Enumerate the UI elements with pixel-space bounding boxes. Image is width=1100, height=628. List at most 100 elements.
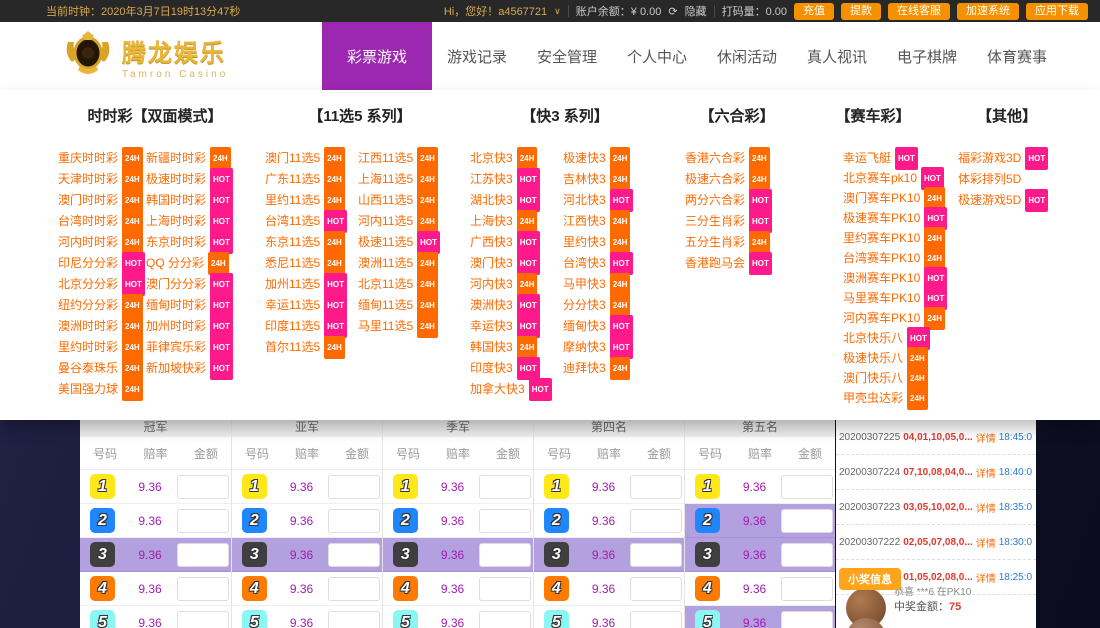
menu-item[interactable]: 韩国快324H [470, 337, 537, 358]
bet-amount-input[interactable] [479, 577, 531, 601]
bet-number-badge[interactable]: 5 [393, 610, 418, 628]
menu-item[interactable]: 缅甸时时彩HOT [146, 295, 233, 316]
menu-item[interactable]: 北京快乐八HOT [843, 328, 930, 349]
menu-item[interactable]: 新疆时时彩24H [146, 148, 231, 169]
menu-item[interactable]: 极速六合彩24H [685, 169, 770, 190]
menu-item[interactable]: 马甲快324H [563, 274, 630, 295]
menu-item[interactable]: 北京快324H [470, 148, 537, 169]
menu-item[interactable]: 极速快324H [563, 148, 630, 169]
menu-item[interactable]: 台湾11选5HOT [265, 211, 347, 232]
menu-item[interactable]: 重庆时时彩24H [58, 148, 143, 169]
menu-item[interactable]: 澳门快乐八24H [843, 368, 928, 389]
deposit-button[interactable]: 充值 [794, 3, 834, 20]
menu-item[interactable]: 新加坡快彩HOT [146, 358, 233, 379]
menu-item[interactable]: 河内快324H [470, 274, 537, 295]
menu-item[interactable]: 东京11选524H [265, 232, 345, 253]
refresh-icon[interactable]: ⟳ [668, 5, 677, 18]
bet-amount-input[interactable] [328, 543, 380, 567]
menu-item[interactable]: 极速时时彩HOT [146, 169, 233, 190]
site-logo[interactable]: 腾龙娱乐 Tamron Casino [62, 28, 228, 85]
menu-item[interactable]: 河内时时彩24H [58, 232, 143, 253]
menu-item[interactable]: 马里11选524H [358, 316, 438, 337]
menu-item[interactable]: 缅甸11选524H [358, 295, 438, 316]
menu-item[interactable]: 东京时时彩HOT [146, 232, 233, 253]
menu-item[interactable]: 香港六合彩24H [685, 148, 770, 169]
menu-item[interactable]: QQ 分分彩24H [146, 253, 229, 274]
bet-number-badge[interactable]: 3 [695, 542, 720, 567]
bet-amount-input[interactable] [177, 577, 229, 601]
menu-item[interactable]: 澳洲快3HOT [470, 295, 540, 316]
nav-tab-4[interactable]: 个人中心 [612, 22, 702, 90]
menu-item[interactable]: 分分快324H [563, 295, 630, 316]
menu-item[interactable]: 加州时时彩HOT [146, 316, 233, 337]
menu-item[interactable]: 印度快3HOT [470, 358, 540, 379]
menu-item[interactable]: 广东11选524H [265, 169, 345, 190]
menu-item[interactable]: 里约时时彩24H [58, 337, 143, 358]
menu-item[interactable]: 幸运快3HOT [470, 316, 540, 337]
menu-item[interactable]: 北京赛车pk10HOT [843, 168, 944, 189]
nav-tab-2[interactable]: 游戏记录 [432, 22, 522, 90]
menu-item[interactable]: 摩纳快3HOT [563, 337, 633, 358]
nav-tab-8[interactable]: 体育赛事 [972, 22, 1062, 90]
menu-item[interactable]: 台湾赛车PK1024H [843, 248, 945, 269]
menu-item[interactable]: 江西11选524H [358, 148, 438, 169]
menu-item[interactable]: 加拿大快3HOT [470, 379, 552, 400]
bet-amount-input[interactable] [328, 577, 380, 601]
menu-item[interactable]: 北京11选524H [358, 274, 438, 295]
menu-item[interactable]: 河内赛车PK1024H [843, 308, 945, 329]
menu-item[interactable]: 韩国时时彩HOT [146, 190, 233, 211]
online-service-button[interactable]: 在线客服 [888, 3, 950, 20]
result-detail-link[interactable]: 详情 [976, 535, 996, 550]
menu-item[interactable]: 三分生肖彩HOT [685, 211, 772, 232]
bet-number-badge[interactable]: 4 [695, 576, 720, 601]
result-detail-link[interactable]: 详情 [976, 465, 996, 480]
bet-number-badge[interactable]: 3 [393, 542, 418, 567]
bet-amount-input[interactable] [177, 509, 229, 533]
menu-item[interactable]: 幸运飞艇HOT [843, 148, 918, 169]
bet-amount-input[interactable] [328, 509, 380, 533]
menu-item[interactable]: 上海11选524H [358, 169, 438, 190]
menu-item[interactable]: 五分生肖彩24H [685, 232, 770, 253]
bet-number-badge[interactable]: 2 [90, 508, 115, 533]
menu-item[interactable]: 澳洲赛车PK10HOT [843, 268, 947, 289]
bet-number-badge[interactable]: 5 [242, 610, 267, 628]
menu-item[interactable]: 澳洲11选524H [358, 253, 438, 274]
bet-number-badge[interactable]: 2 [695, 508, 720, 533]
bet-amount-input[interactable] [781, 475, 833, 499]
bet-number-badge[interactable]: 4 [242, 576, 267, 601]
menu-item[interactable]: 湖北快3HOT [470, 190, 540, 211]
hide-balance-link[interactable]: 隐藏 [685, 3, 707, 19]
bet-number-badge[interactable]: 3 [544, 542, 569, 567]
bet-number-badge[interactable]: 1 [393, 474, 418, 499]
bet-number-badge[interactable]: 5 [90, 610, 115, 628]
menu-item[interactable]: 澳门赛车PK1024H [843, 188, 945, 209]
result-detail-link[interactable]: 详情 [976, 500, 996, 515]
bet-number-badge[interactable]: 1 [695, 474, 720, 499]
bet-amount-input[interactable] [177, 611, 229, 628]
menu-item[interactable]: 澳门快3HOT [470, 253, 540, 274]
menu-item[interactable]: 极速11选5HOT [358, 232, 440, 253]
bet-amount-input[interactable] [328, 475, 380, 499]
menu-item[interactable]: 澳门时时彩24H [58, 190, 143, 211]
menu-item[interactable]: 里约11选524H [265, 190, 345, 211]
bet-amount-input[interactable] [328, 611, 380, 628]
menu-item[interactable]: 甲壳虫达彩24H [843, 388, 928, 409]
menu-item[interactable]: 台湾时时彩24H [58, 211, 143, 232]
menu-item[interactable]: 福彩游戏3DHOT [958, 148, 1048, 169]
bet-number-badge[interactable]: 2 [544, 508, 569, 533]
result-detail-link[interactable]: 详情 [976, 430, 996, 445]
menu-item[interactable]: 里约赛车PK1024H [843, 228, 945, 249]
nav-tab-7[interactable]: 电子棋牌 [882, 22, 972, 90]
menu-item[interactable]: 澳洲时时彩24H [58, 316, 143, 337]
bet-number-badge[interactable]: 4 [544, 576, 569, 601]
menu-item[interactable]: 上海快324H [470, 211, 537, 232]
bet-amount-input[interactable] [781, 611, 833, 628]
nav-tab-6[interactable]: 真人视讯 [792, 22, 882, 90]
bet-amount-input[interactable] [781, 509, 833, 533]
menu-item[interactable]: 曼谷泰珠乐24H [58, 358, 143, 379]
menu-item[interactable]: 台湾快3HOT [563, 253, 633, 274]
bet-number-badge[interactable]: 3 [242, 542, 267, 567]
bet-amount-input[interactable] [630, 543, 682, 567]
menu-item[interactable]: 广西快3HOT [470, 232, 540, 253]
menu-item[interactable]: 幸运11选5HOT [265, 295, 347, 316]
